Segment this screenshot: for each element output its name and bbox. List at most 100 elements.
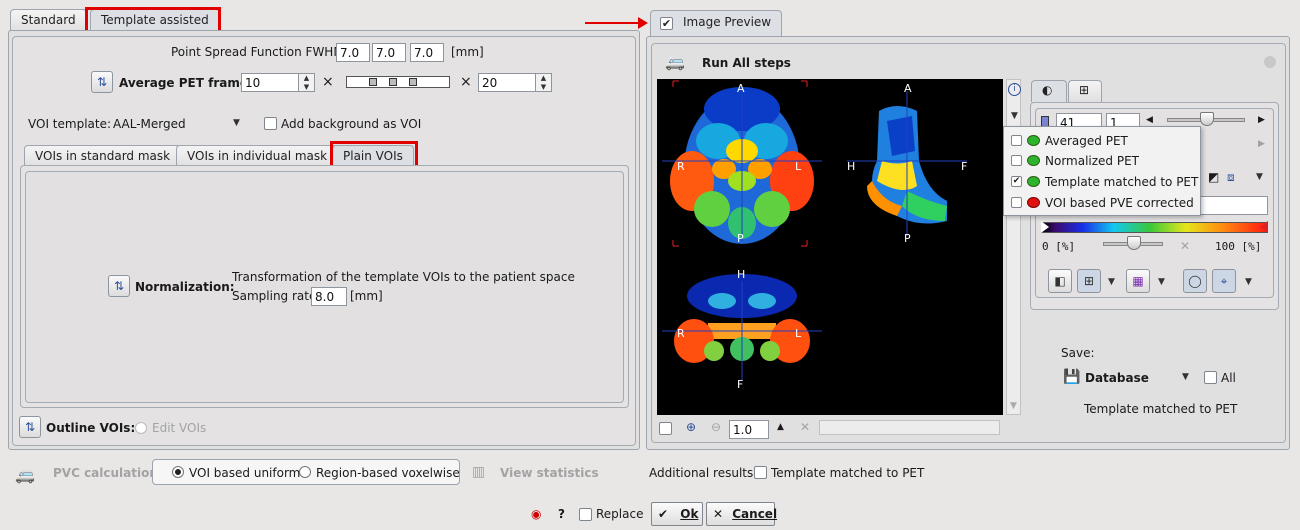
layout-icon[interactable]: ⊞ bbox=[1077, 269, 1101, 293]
frame-next-icon[interactable]: ▶ bbox=[1258, 139, 1265, 149]
menu-item-voi-pve-corrected[interactable]: VOI based PVE corrected bbox=[1004, 193, 1200, 214]
help-icon[interactable]: ? bbox=[558, 507, 565, 521]
menu-checkbox[interactable] bbox=[1011, 155, 1022, 166]
viewer-menu-dropdown-icon[interactable]: ▼ bbox=[1011, 111, 1018, 121]
save-all-checkbox[interactable] bbox=[1204, 371, 1217, 384]
replace-checkbox[interactable] bbox=[579, 508, 592, 521]
color-bar-left-marker[interactable] bbox=[1041, 221, 1049, 233]
voi-based-uniform-radio[interactable] bbox=[172, 466, 184, 478]
psf-unit: [mm] bbox=[451, 45, 484, 59]
cancel-button[interactable]: ✕ Cancel bbox=[706, 502, 778, 526]
average-frames-label: Average PET frames bbox=[119, 76, 256, 90]
refresh-normalization-icon[interactable]: ⇅ bbox=[108, 275, 130, 297]
zoom-out-icon[interactable]: ⊖ bbox=[711, 420, 721, 434]
green-dot-icon bbox=[1027, 135, 1040, 146]
menu-item-label: Averaged PET bbox=[1045, 134, 1128, 148]
replace-label: Replace bbox=[596, 507, 644, 521]
target-icon[interactable]: ◉ bbox=[531, 507, 541, 521]
run-all-icon[interactable]: 🚐 bbox=[665, 52, 685, 71]
voi-template-dropdown-icon[interactable]: ▼ bbox=[233, 118, 240, 128]
save-target-select[interactable]: Database bbox=[1085, 371, 1149, 385]
color-bar-right-marker[interactable] bbox=[1260, 221, 1268, 233]
tab-vois-individual-mask[interactable]: VOIs in individual mask bbox=[176, 145, 339, 167]
psf-y-field[interactable] bbox=[372, 43, 406, 62]
menu-item-normalized-pet[interactable]: Normalized PET bbox=[1004, 151, 1200, 172]
layout-dropdown-icon[interactable]: ▼ bbox=[1108, 277, 1115, 287]
crosshair-icon[interactable]: ⌖ bbox=[1212, 269, 1236, 293]
view-statistics-button[interactable]: View statistics bbox=[500, 466, 599, 480]
region-based-voxelwise-radio[interactable] bbox=[299, 466, 311, 478]
refresh-outline-icon[interactable]: ⇅ bbox=[19, 416, 41, 438]
viewer-option-checkbox[interactable] bbox=[659, 422, 672, 435]
tab-standard[interactable]: Standard bbox=[10, 9, 87, 31]
psf-z-field[interactable] bbox=[410, 43, 444, 62]
palette-dropdown-icon[interactable]: ▼ bbox=[1256, 172, 1263, 182]
edit-vois-radio[interactable] bbox=[135, 422, 147, 434]
zoom-field[interactable] bbox=[729, 420, 769, 439]
ok-button[interactable]: ✔ Ok bbox=[651, 502, 703, 526]
menu-item-label: VOI based PVE corrected bbox=[1045, 196, 1194, 210]
zoom-up-icon[interactable]: ▲ bbox=[777, 422, 784, 432]
grid-icon[interactable]: ▦ bbox=[1126, 269, 1150, 293]
psf-x-field[interactable] bbox=[336, 43, 370, 62]
sagittal-label-f: F bbox=[961, 160, 968, 173]
outline-vois-label: Outline VOIs: bbox=[46, 421, 136, 435]
tab-template-assisted[interactable]: Template assisted bbox=[90, 9, 220, 31]
normalization-description: Transformation of the template VOIs to t… bbox=[232, 270, 575, 284]
additional-template-checkbox[interactable] bbox=[754, 466, 767, 479]
save-target-dropdown-icon[interactable]: ▼ bbox=[1182, 372, 1189, 382]
frame-range-slider[interactable] bbox=[346, 76, 450, 88]
times-icon: × bbox=[322, 74, 334, 90]
image-selection-menu: Averaged PET Normalized PET ✔ Template m… bbox=[1003, 126, 1201, 216]
sampling-rate-field[interactable] bbox=[311, 287, 347, 306]
edit-vois-label: Edit VOIs bbox=[152, 421, 207, 435]
tab-vois-standard-mask[interactable]: VOIs in standard mask bbox=[24, 145, 182, 167]
zoom-in-icon[interactable]: ⊕ bbox=[686, 420, 696, 434]
range-max-label: 100 [%] bbox=[1215, 240, 1262, 253]
info-icon[interactable]: i bbox=[1008, 83, 1021, 96]
axial-label-r: R bbox=[677, 160, 685, 173]
slice-slider-thumb[interactable] bbox=[1200, 112, 1214, 126]
voi-template-label: VOI template: bbox=[28, 117, 112, 131]
menu-checkbox-checked[interactable]: ✔ bbox=[1011, 176, 1022, 187]
sagittal-label-p: P bbox=[904, 232, 911, 245]
grid-dropdown-icon[interactable]: ▼ bbox=[1158, 277, 1165, 287]
green-dot-icon bbox=[1027, 155, 1040, 166]
crosshair-dropdown-icon[interactable]: ▼ bbox=[1245, 277, 1252, 287]
frame-end-spinner[interactable]: ▲ ▼ bbox=[536, 73, 552, 92]
zoom-reset-icon[interactable]: ✕ bbox=[800, 420, 810, 434]
orientation-icon[interactable]: ◧ bbox=[1048, 269, 1072, 293]
palette-icon[interactable]: ⧈ bbox=[1227, 170, 1235, 185]
contour-icon[interactable]: ◯ bbox=[1183, 269, 1207, 293]
slice-next-icon[interactable]: ▶ bbox=[1258, 115, 1265, 125]
range-slider-thumb[interactable] bbox=[1127, 236, 1141, 250]
color-bar bbox=[1041, 222, 1268, 233]
scroll-down-icon[interactable]: ▼ bbox=[1010, 401, 1017, 411]
lut-icon[interactable]: ◩ bbox=[1208, 170, 1219, 184]
frame-start-spinner[interactable]: ▲ ▼ bbox=[299, 73, 315, 92]
refresh-average-icon[interactable]: ⇅ bbox=[91, 71, 113, 93]
collapse-icon[interactable] bbox=[1264, 56, 1276, 68]
range-reset-icon[interactable]: ✕ bbox=[1180, 239, 1190, 253]
menu-item-template-matched[interactable]: ✔ Template matched to PET bbox=[1004, 172, 1200, 193]
add-background-checkbox[interactable] bbox=[264, 117, 277, 130]
frame-start-field[interactable] bbox=[241, 73, 299, 92]
voi-template-select[interactable]: AAL-Merged bbox=[113, 117, 186, 131]
run-all-steps-button[interactable]: Run All steps bbox=[702, 56, 791, 70]
cancel-label: Cancel bbox=[732, 507, 778, 521]
tab-layout-settings[interactable]: ⊞ bbox=[1068, 80, 1102, 102]
brain-slices-graphic bbox=[662, 80, 967, 381]
horizontal-scrollbar[interactable] bbox=[819, 420, 1000, 435]
tab-plain-vois[interactable]: Plain VOIs bbox=[332, 145, 414, 167]
image-preview-checkbox[interactable]: ✔ bbox=[660, 17, 673, 30]
save-status-text: Template matched to PET bbox=[1084, 402, 1238, 416]
menu-item-averaged-pet[interactable]: Averaged PET bbox=[1004, 131, 1200, 152]
menu-checkbox[interactable] bbox=[1011, 135, 1022, 146]
slice-prev-icon[interactable]: ◀ bbox=[1146, 115, 1153, 125]
frame-end-field[interactable] bbox=[478, 73, 536, 92]
image-viewer[interactable]: A P R L A P H F H F R L bbox=[657, 79, 1003, 415]
tab-color-settings[interactable]: ◐ bbox=[1031, 80, 1067, 102]
menu-checkbox[interactable] bbox=[1011, 197, 1022, 208]
normalization-label: Normalization: bbox=[135, 280, 235, 294]
sampling-rate-label: Sampling rate bbox=[232, 289, 317, 303]
